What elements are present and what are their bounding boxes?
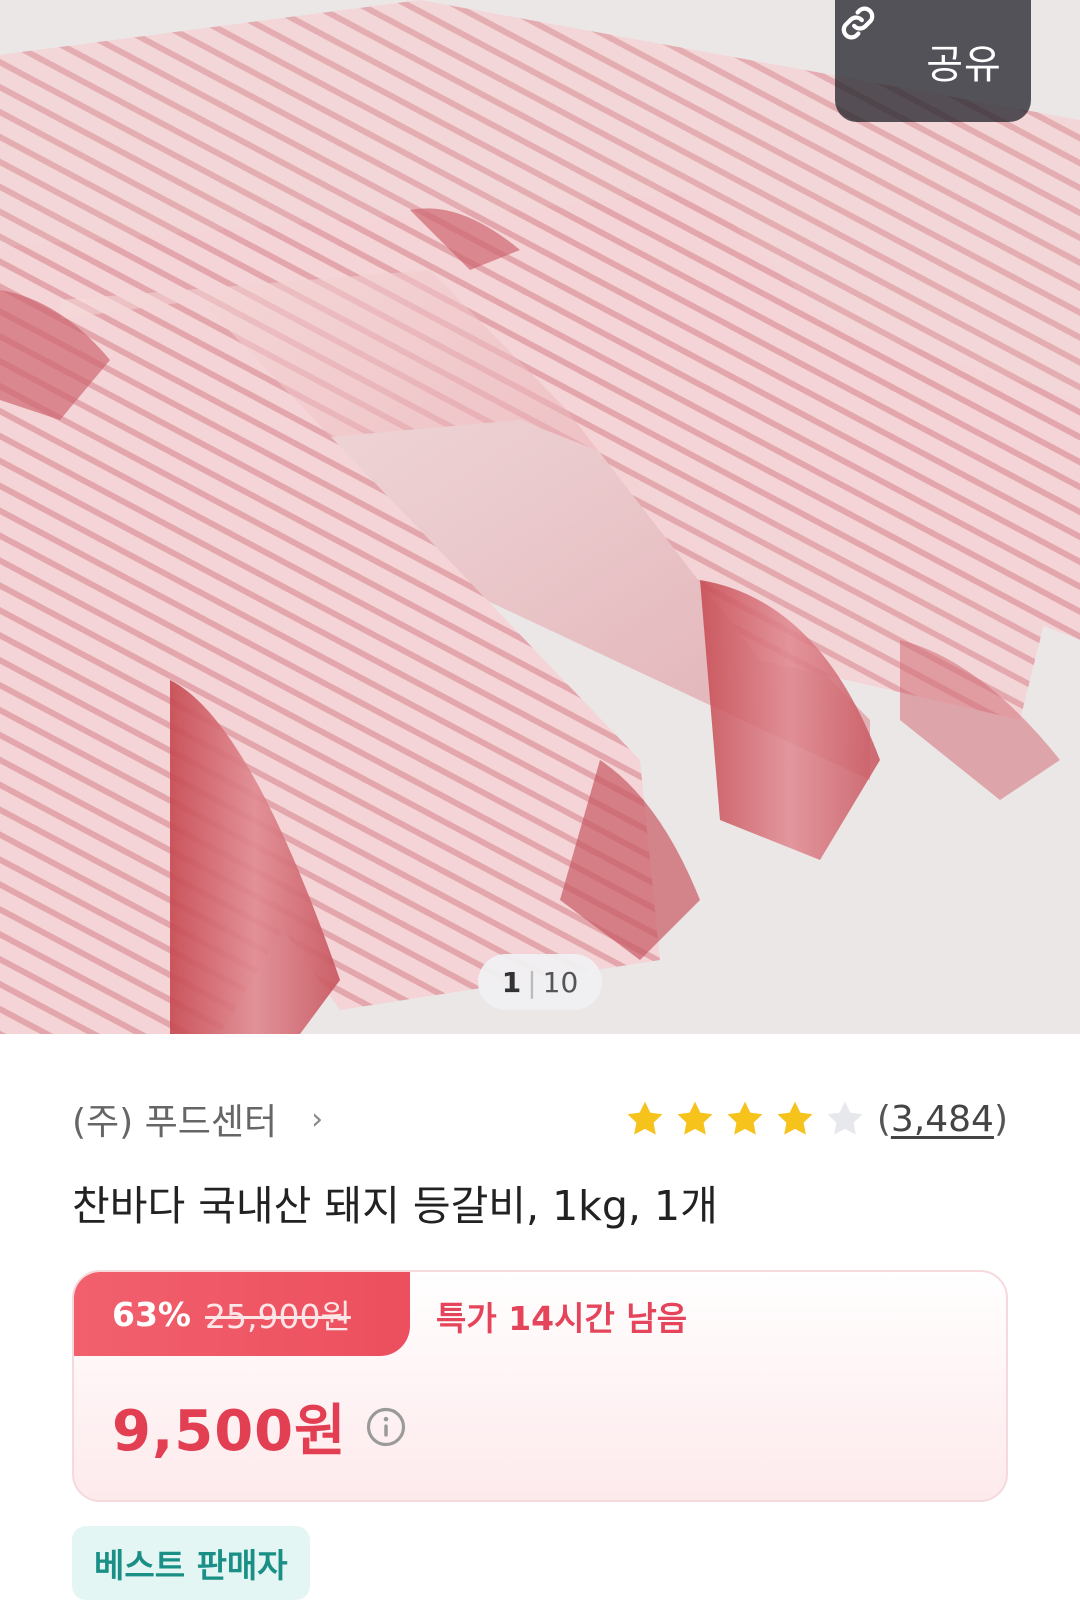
review-count-close: ) xyxy=(993,1098,1008,1140)
share-button[interactable]: 공유 xyxy=(835,0,1031,122)
discount-tag: 63% 25,900원 xyxy=(74,1272,410,1356)
star-filled-icon xyxy=(773,1097,817,1141)
pager-current: 1 xyxy=(501,965,522,999)
seller-link[interactable]: (주) 푸드센터 › xyxy=(72,1093,323,1145)
star-filled-icon xyxy=(673,1097,717,1141)
star-filled-icon xyxy=(623,1097,667,1141)
pager-separator: | xyxy=(527,965,537,999)
review-count-open: ( xyxy=(876,1098,891,1140)
product-title: 찬바다 국내산 돼지 등갈비, 1kg, 1개 xyxy=(72,1182,718,1230)
info-icon[interactable] xyxy=(365,1406,407,1448)
star-empty-icon xyxy=(823,1097,867,1141)
pork-ribs-photo xyxy=(0,0,1080,1034)
price-box: 63% 25,900원 특가 14시간 남음 9,500원 xyxy=(72,1270,1008,1502)
product-image[interactable]: 공유 1 | 10 xyxy=(0,0,1080,1034)
final-price-row: 9,500원 xyxy=(112,1386,407,1467)
pager-total: 10 xyxy=(542,965,579,999)
discount-percent: 63% xyxy=(112,1294,191,1334)
seller-rating-row: (주) 푸드센터 › (3,484) xyxy=(72,1086,1008,1152)
review-count[interactable]: (3,484) xyxy=(877,1099,1008,1140)
rating[interactable]: (3,484) xyxy=(623,1097,1008,1141)
star-filled-icon xyxy=(723,1097,767,1141)
link-icon xyxy=(841,6,910,84)
chevron-right-icon: › xyxy=(311,1101,324,1137)
image-pager: 1 | 10 xyxy=(478,954,602,1010)
seller-name: (주) 푸드센터 xyxy=(72,1102,278,1143)
final-price: 9,500원 xyxy=(112,1399,347,1464)
review-count-number: 3,484 xyxy=(890,1098,994,1140)
best-seller-badge: 베스트 판매자 xyxy=(72,1526,310,1600)
deal-countdown: 특가 14시간 남음 xyxy=(436,1299,688,1338)
original-price: 25,900원 xyxy=(205,1297,351,1336)
share-label: 공유 xyxy=(926,42,1002,88)
